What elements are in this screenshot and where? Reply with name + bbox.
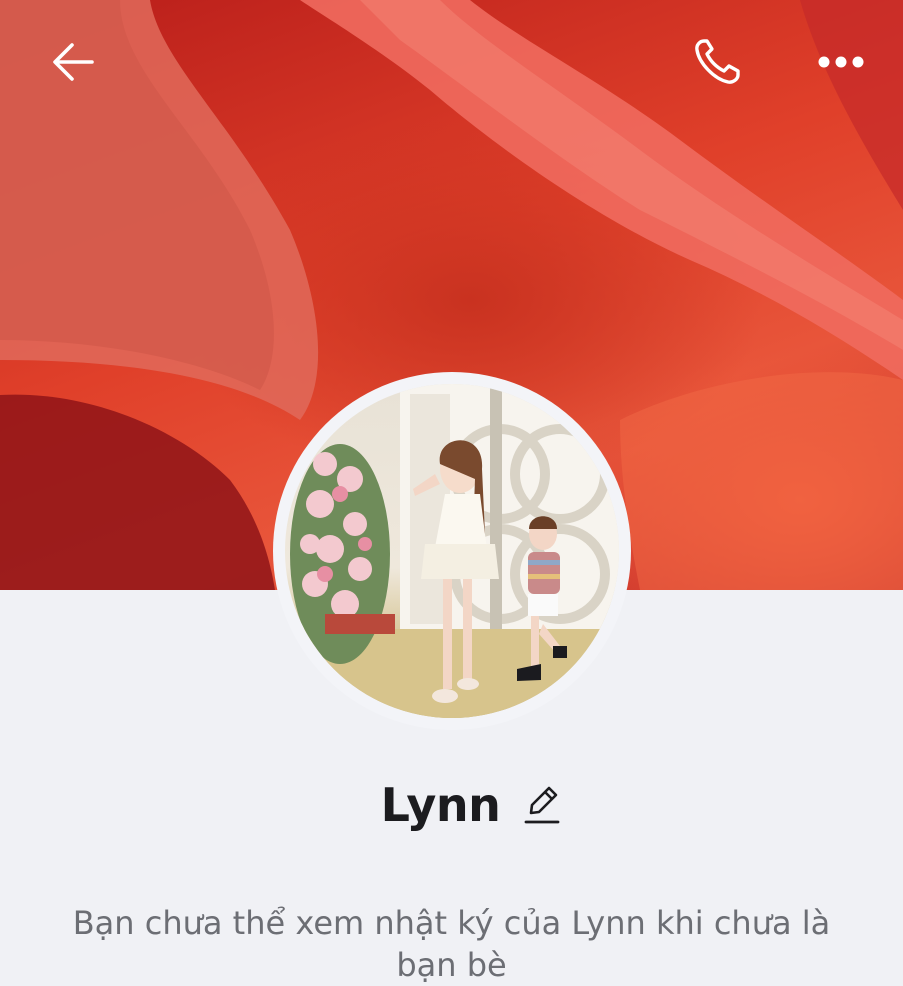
friendship-notice: Bạn chưa thể xem nhật ký của Lynn khi ch… <box>72 904 831 984</box>
call-button[interactable] <box>682 27 752 97</box>
phone-icon <box>695 39 740 84</box>
edit-name-button[interactable] <box>522 783 562 827</box>
back-button[interactable] <box>38 27 108 97</box>
avatar[interactable] <box>285 384 619 718</box>
more-options-button[interactable] <box>806 27 876 97</box>
profile-name: Lynn <box>380 778 501 832</box>
pencil-icon <box>524 786 560 824</box>
avatar-image <box>285 384 619 718</box>
arrow-left-icon <box>53 43 94 81</box>
profile-name-row: Lynn <box>0 770 903 840</box>
avatar-frame[interactable] <box>273 372 631 730</box>
more-horizontal-icon <box>818 56 864 68</box>
